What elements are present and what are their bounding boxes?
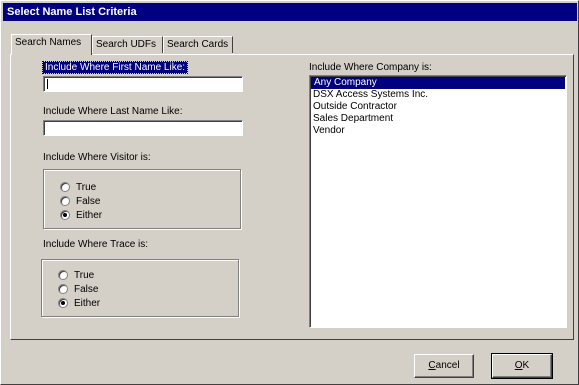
tab-search-udfs[interactable]: Search UDFs bbox=[92, 36, 163, 53]
trace-group: True False Either bbox=[41, 259, 239, 317]
company-list-item[interactable]: Vendor bbox=[310, 125, 566, 137]
company-label: Include Where Company is: bbox=[309, 62, 432, 73]
tab-search-names[interactable]: Search Names bbox=[11, 34, 92, 55]
window-title: Select Name List Criteria bbox=[3, 3, 577, 21]
cancel-button[interactable]: Cancel bbox=[414, 354, 474, 378]
company-listbox[interactable]: Any Company DSX Access Systems Inc. Outs… bbox=[309, 75, 567, 328]
ok-button[interactable]: OK bbox=[491, 353, 553, 379]
company-list-item[interactable]: DSX Access Systems Inc. bbox=[310, 89, 566, 101]
radio-button-icon bbox=[58, 270, 68, 280]
company-list-item[interactable]: Sales Department bbox=[310, 113, 566, 125]
visitor-false-label: False bbox=[76, 195, 101, 207]
radio-selected-icon bbox=[58, 298, 68, 308]
ok-accelerator: O bbox=[514, 360, 523, 371]
visitor-group: True False Either bbox=[43, 169, 241, 229]
first-name-field[interactable] bbox=[43, 76, 243, 92]
text-caret bbox=[47, 79, 48, 89]
visitor-true-label: True bbox=[76, 181, 97, 193]
cancel-accelerator: C bbox=[428, 360, 436, 371]
trace-false-radio[interactable]: False bbox=[58, 282, 98, 296]
trace-true-label: True bbox=[74, 269, 95, 281]
ok-label: K bbox=[522, 360, 530, 371]
visitor-true-radio[interactable]: True bbox=[60, 180, 96, 194]
radio-button-icon bbox=[58, 284, 68, 294]
last-name-label: Include Where Last Name Like: bbox=[43, 106, 183, 117]
trace-either-radio[interactable]: Either bbox=[58, 296, 100, 310]
visitor-false-radio[interactable]: False bbox=[60, 194, 100, 208]
visitor-either-label: Either bbox=[76, 209, 103, 221]
radio-button-icon bbox=[60, 182, 70, 192]
radio-selected-icon bbox=[60, 210, 70, 220]
company-list-item[interactable]: Outside Contractor bbox=[310, 101, 566, 113]
trace-true-radio[interactable]: True bbox=[58, 268, 94, 282]
first-name-label: Include Where First Name Like: bbox=[41, 61, 189, 74]
company-list-item[interactable]: Any Company bbox=[311, 77, 565, 89]
radio-button-icon bbox=[60, 196, 70, 206]
trace-either-label: Either bbox=[74, 297, 101, 309]
dialog-window: Select Name List Criteria Search Names S… bbox=[0, 0, 579, 385]
visitor-either-radio[interactable]: Either bbox=[60, 208, 102, 222]
trace-false-label: False bbox=[74, 283, 99, 295]
trace-label: Include Where Trace is: bbox=[43, 239, 149, 250]
last-name-field[interactable] bbox=[43, 120, 243, 136]
visitor-label: Include Where Visitor is: bbox=[43, 152, 151, 163]
cancel-label: ancel bbox=[435, 360, 460, 371]
tab-search-cards[interactable]: Search Cards bbox=[163, 36, 233, 53]
